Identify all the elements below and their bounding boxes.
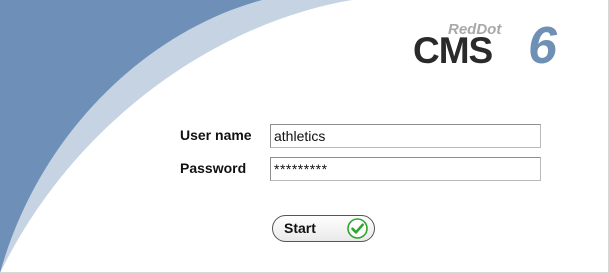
reddot-cms-logo: RedDot CMS 6 bbox=[410, 18, 570, 72]
check-icon bbox=[347, 218, 368, 239]
start-button[interactable]: Start bbox=[272, 215, 375, 242]
login-window: RedDot CMS 6 User name Password Start bbox=[0, 0, 609, 273]
logo-version-text: 6 bbox=[528, 17, 557, 75]
password-label: Password bbox=[180, 160, 247, 176]
username-label: User name bbox=[180, 127, 252, 143]
logo-product-text: CMS bbox=[413, 30, 493, 71]
password-field[interactable] bbox=[270, 157, 541, 181]
start-button-label: Start bbox=[284, 220, 316, 236]
username-field[interactable] bbox=[270, 124, 541, 148]
